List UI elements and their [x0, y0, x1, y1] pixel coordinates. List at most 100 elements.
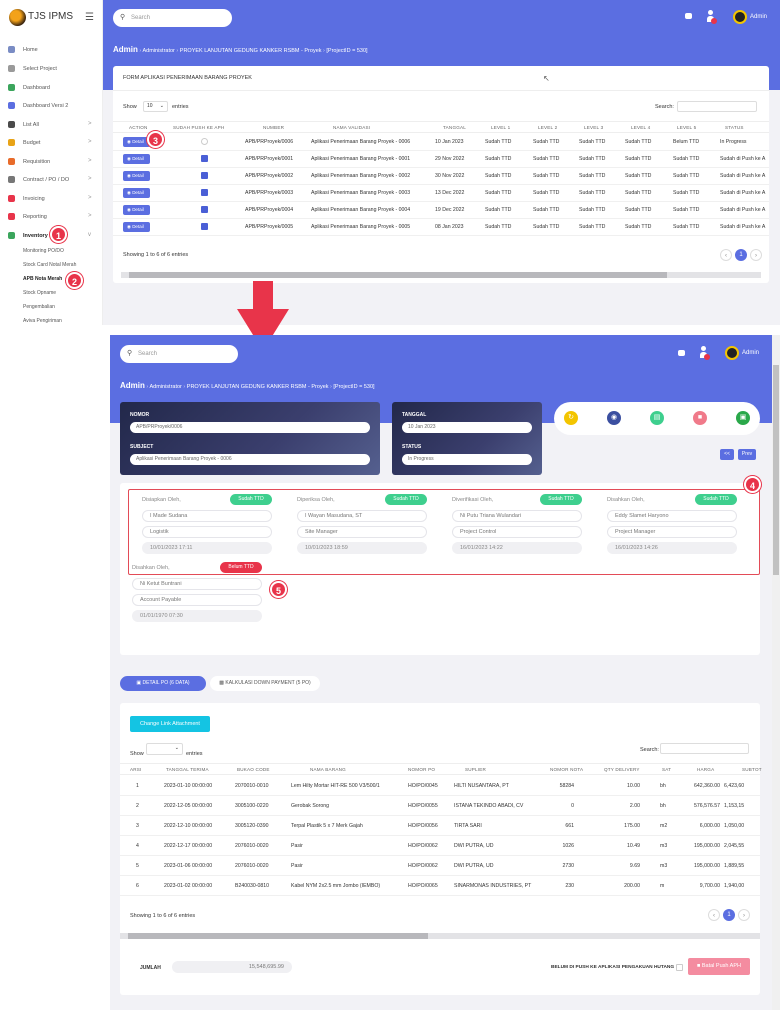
cell-nama: Aplikasi Penerimaan Barang Proyek - 0001: [311, 156, 411, 162]
subject-field: Aplikasi Penerimaan Barang Proyek - 0006: [130, 454, 370, 465]
horizontal-scrollbar[interactable]: [120, 933, 760, 939]
change-link-attachment-button[interactable]: Change Link Attachment: [130, 716, 210, 732]
column-header[interactable]: NAMA VALIDASI: [333, 125, 370, 130]
column-header[interactable]: HARGA: [697, 767, 714, 772]
sidebar-item[interactable]: Dashboard: [0, 82, 103, 96]
column-header[interactable]: BUKAO CODE: [237, 767, 270, 772]
sidebar-item[interactable]: Contract / PO / DO >: [0, 174, 103, 188]
notification-icon[interactable]: [707, 10, 717, 24]
excel-icon[interactable]: ▣: [736, 411, 750, 425]
column-header[interactable]: SUDAH PUSH KE APH: [173, 125, 224, 130]
next-page-button[interactable]: ›: [738, 909, 750, 921]
detail-button[interactable]: ◉ Detail: [123, 137, 150, 147]
push-checkbox[interactable]: [201, 155, 208, 162]
prev-page-button[interactable]: ‹: [720, 249, 732, 261]
scrollbar-thumb[interactable]: [128, 933, 428, 939]
column-header[interactable]: LEVEL 4: [631, 125, 650, 130]
column-header[interactable]: NAMA BARANG: [310, 767, 346, 772]
column-header[interactable]: ARSI: [130, 767, 142, 772]
tab-kalkulasi-dp[interactable]: ▩ KALKULASI DOWN PAYMENT (5 PO): [210, 676, 320, 691]
menu-toggle-icon[interactable]: ☰: [85, 12, 94, 23]
page-size-select[interactable]: ⌄: [146, 743, 183, 755]
print-icon[interactable]: ▤: [650, 411, 664, 425]
user-name: Admin: [742, 350, 760, 356]
chat-icon[interactable]: [685, 13, 692, 19]
vertical-scrollbar[interactable]: [772, 335, 780, 1010]
sidebar-item[interactable]: Budget >: [0, 137, 103, 151]
column-header[interactable]: SAT: [662, 767, 671, 772]
detail-label: Detail: [132, 224, 144, 229]
tab-detail-po[interactable]: ▣ DETAIL PO (6 DATA): [120, 676, 206, 691]
detail-button[interactable]: ◉ Detail: [123, 171, 150, 181]
push-checkbox[interactable]: [201, 189, 208, 196]
column-header[interactable]: TANGGAL: [443, 125, 466, 130]
sidebar-subitem[interactable]: Stock Opname: [23, 290, 56, 296]
refresh-icon[interactable]: ↻: [564, 411, 578, 425]
batal-push-aph-button[interactable]: ■ Batal Push APH: [688, 958, 750, 975]
column-header[interactable]: NOMOR PO: [408, 767, 435, 772]
detail-button[interactable]: ◉ Detail: [123, 188, 150, 198]
column-header[interactable]: TANGGAL TERIMA: [166, 767, 209, 772]
breadcrumb-item[interactable]: PROYEK LANJUTAN GEDUNG KANKER RSBM - Pro…: [187, 384, 329, 390]
back-button[interactable]: <<: [720, 449, 734, 460]
sidebar-item[interactable]: Invoicing >: [0, 193, 103, 207]
page-button[interactable]: 1: [723, 909, 735, 921]
po-search-input[interactable]: [660, 743, 749, 754]
column-header[interactable]: STATUS: [725, 125, 744, 130]
delete-icon[interactable]: ■: [693, 411, 707, 425]
column-header[interactable]: LEVEL 3: [584, 125, 603, 130]
column-header[interactable]: LEVEL 2: [538, 125, 557, 130]
column-header[interactable]: SUBTOT: [742, 767, 762, 772]
prev-page-button[interactable]: ‹: [708, 909, 720, 921]
detail-button[interactable]: ◉ Detail: [123, 205, 150, 215]
breadcrumb-item[interactable]: PROYEK LANJUTAN GEDUNG KANKER RSBM - Pro…: [180, 48, 322, 54]
column-header[interactable]: SUPLIER: [465, 767, 486, 772]
view-icon[interactable]: ◉: [607, 411, 621, 425]
breadcrumb-item[interactable]: Administrator: [149, 384, 181, 390]
push-checkbox[interactable]: [201, 138, 208, 145]
column-header[interactable]: ACTION: [129, 125, 148, 130]
page-button[interactable]: 1: [735, 249, 747, 261]
sidebar-item[interactable]: List All >: [0, 119, 103, 133]
scrollbar-thumb[interactable]: [129, 272, 667, 278]
menu-item-icon: [8, 46, 15, 53]
detail-button[interactable]: ◉ Detail: [123, 154, 150, 164]
detail-button[interactable]: ◉ Detail: [123, 222, 150, 232]
sidebar-item[interactable]: Home: [0, 44, 103, 58]
cell-tanggal: 10 Jan 2023: [435, 139, 464, 145]
sidebar-subitem[interactable]: Pengembalian: [23, 304, 55, 310]
push-checkbox[interactable]: [201, 172, 208, 179]
sidebar-subitem[interactable]: Monitoring PO/DO: [23, 248, 64, 254]
cell-number: APB/PRProyek/0002: [245, 173, 294, 179]
chat-icon[interactable]: [678, 350, 685, 356]
sidebar-item[interactable]: Dashboard Versi 2: [0, 100, 103, 114]
cell-l4: Sudah TTD: [625, 173, 652, 179]
sidebar-subitem[interactable]: Aviva Pengiriman: [23, 318, 62, 324]
avatar[interactable]: [733, 10, 747, 24]
scrollbar-thumb[interactable]: [773, 365, 779, 575]
sidebar-subitem[interactable]: APB Nota Merah: [23, 276, 62, 282]
avatar[interactable]: [725, 346, 739, 360]
page-size-select[interactable]: 10 ⌄: [143, 101, 168, 112]
sidebar-item[interactable]: Reporting >: [0, 211, 103, 225]
column-header[interactable]: LEVEL 1: [491, 125, 510, 130]
notification-icon[interactable]: [700, 346, 710, 360]
list-search-input[interactable]: [677, 101, 757, 112]
sidebar-subitem[interactable]: Stock Card Notal Merah: [23, 262, 76, 268]
column-header[interactable]: NUMBER: [263, 125, 284, 130]
sidebar-item[interactable]: Requisition >: [0, 156, 103, 170]
column-header[interactable]: LEVEL 5: [677, 125, 696, 130]
column-header[interactable]: QTY DELIVERY: [604, 767, 640, 772]
sidebar-item[interactable]: Select Project: [0, 63, 103, 77]
prev-button[interactable]: Prev: [738, 449, 756, 460]
next-page-button[interactable]: ›: [750, 249, 762, 261]
search-input[interactable]: ⚲ Search: [120, 345, 238, 363]
column-header[interactable]: NOMOR NOTA: [550, 767, 583, 772]
push-checkbox[interactable]: [201, 206, 208, 213]
horizontal-scrollbar[interactable]: [121, 272, 761, 278]
table-cell: HO/PO/0062: [408, 863, 438, 869]
push-checkbox[interactable]: [676, 964, 683, 971]
breadcrumb-item[interactable]: Administrator: [142, 48, 174, 54]
push-checkbox[interactable]: [201, 223, 208, 230]
search-input[interactable]: ⚲ Search: [113, 9, 232, 27]
